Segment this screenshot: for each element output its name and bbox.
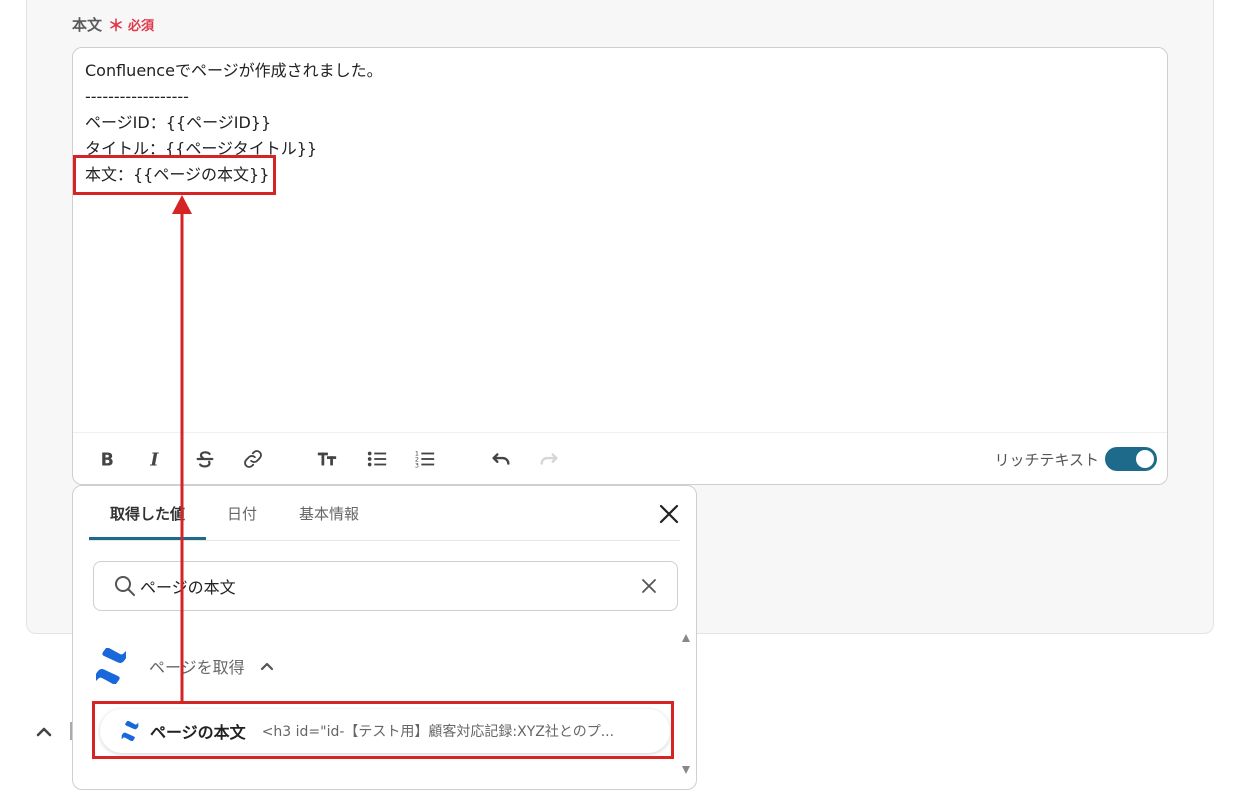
bullet-list-icon[interactable] xyxy=(363,445,391,473)
redo-icon xyxy=(535,445,563,473)
required-badge: 必須 xyxy=(128,18,155,34)
field-label: 本文 ＊ 必須 xyxy=(72,12,154,36)
highlight-box-result xyxy=(92,701,674,759)
tab-fetched-values[interactable]: 取得した値 xyxy=(89,486,207,540)
italic-icon[interactable]: I xyxy=(141,445,169,473)
search-box xyxy=(93,561,678,611)
tab-date[interactable]: 日付 xyxy=(206,486,278,540)
numbered-list-icon[interactable]: 123 xyxy=(411,445,439,473)
required-asterisk: ＊ xyxy=(108,16,125,35)
editor-toolbar: B I 123 リッチテキスト xyxy=(73,432,1167,484)
rich-text-label: リッチテキスト xyxy=(994,451,1099,469)
picker-tabs: 取得した値 日付 基本情報 xyxy=(89,486,380,540)
group-name: ページを取得 xyxy=(149,658,245,677)
editor-line: ------------------ xyxy=(85,87,189,106)
svg-text:I: I xyxy=(149,450,159,470)
strikethrough-icon[interactable] xyxy=(191,445,219,473)
clear-icon[interactable] xyxy=(641,578,657,594)
highlight-box-variable xyxy=(73,155,276,195)
group-get-page[interactable]: ページを取得 xyxy=(93,648,275,684)
close-icon[interactable] xyxy=(658,503,680,525)
undo-icon[interactable] xyxy=(487,445,515,473)
tab-basic-info[interactable]: 基本情報 xyxy=(278,486,380,540)
panel-scrollbar[interactable] xyxy=(680,634,692,774)
chevron-up-icon[interactable] xyxy=(259,658,275,674)
search-input[interactable] xyxy=(140,572,620,600)
scroll-up-arrow[interactable] xyxy=(682,634,690,642)
toggle-knob xyxy=(1136,450,1154,468)
svg-text:B: B xyxy=(101,450,114,470)
link-icon[interactable] xyxy=(239,445,267,473)
editor-line: Confluenceでページが作成されました。 xyxy=(85,61,383,80)
bold-icon[interactable]: B xyxy=(93,445,121,473)
scroll-down-arrow[interactable] xyxy=(682,766,690,774)
tabs-divider xyxy=(89,540,680,541)
rich-text-editor[interactable]: Confluenceでページが作成されました。 ----------------… xyxy=(72,47,1168,485)
editor-line: ページID：{{ページID}} xyxy=(85,113,272,132)
text-size-icon[interactable] xyxy=(313,445,341,473)
confluence-logo-icon xyxy=(96,648,126,684)
field-label-text: 本文 xyxy=(72,15,103,34)
svg-text:3: 3 xyxy=(415,461,419,469)
search-icon xyxy=(115,576,135,596)
rich-text-toggle[interactable] xyxy=(1105,447,1157,471)
chevron-up-icon[interactable] xyxy=(34,722,54,742)
